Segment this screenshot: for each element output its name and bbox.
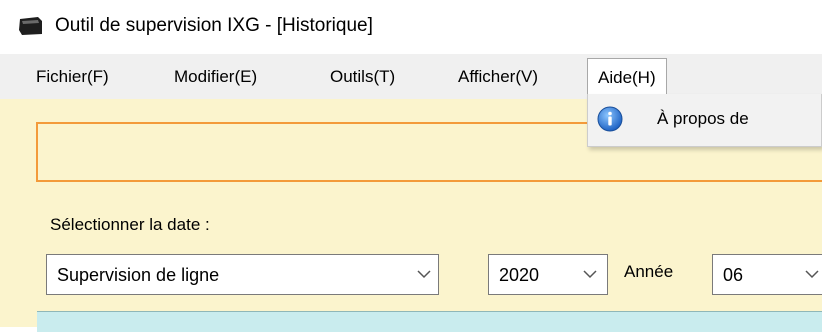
ixg-app-icon	[19, 17, 42, 35]
supervision-type-value: Supervision de ligne	[57, 265, 220, 285]
supervision-type-select[interactable]: Supervision de ligne	[46, 254, 439, 295]
year-select[interactable]: 2020	[488, 254, 608, 295]
menu-modifier[interactable]: Modifier(E)	[174, 54, 257, 99]
chevron-down-icon	[805, 270, 819, 279]
menu-afficher[interactable]: Afficher(V)	[458, 54, 538, 99]
menu-item-a-propos[interactable]: À propos de	[588, 100, 822, 140]
month-select[interactable]: 06	[712, 254, 822, 295]
chevron-down-icon	[417, 270, 431, 279]
menu-aide[interactable]: Aide(H)	[587, 58, 667, 95]
chevron-down-icon	[583, 270, 597, 279]
a-propos-label: À propos de	[657, 109, 749, 128]
date-label: Sélectionner la date :	[50, 215, 210, 234]
results-panel	[37, 311, 822, 332]
aide-dropdown-menu: À propos de	[587, 94, 822, 147]
year-label: Année	[624, 262, 674, 281]
menu-fichier[interactable]: Fichier(F)	[36, 54, 109, 99]
menu-outils[interactable]: Outils(T)	[330, 54, 395, 99]
title-bar: Outil de supervision IXG - [Historique]	[0, 0, 822, 54]
info-icon	[597, 106, 623, 132]
year-value: 2020	[499, 265, 540, 285]
menu-bar: Fichier(F) Modifier(E) Outils(T) Affiche…	[0, 54, 822, 99]
window-title: Outil de supervision IXG - [Historique]	[55, 15, 373, 36]
month-value: 06	[723, 265, 744, 285]
